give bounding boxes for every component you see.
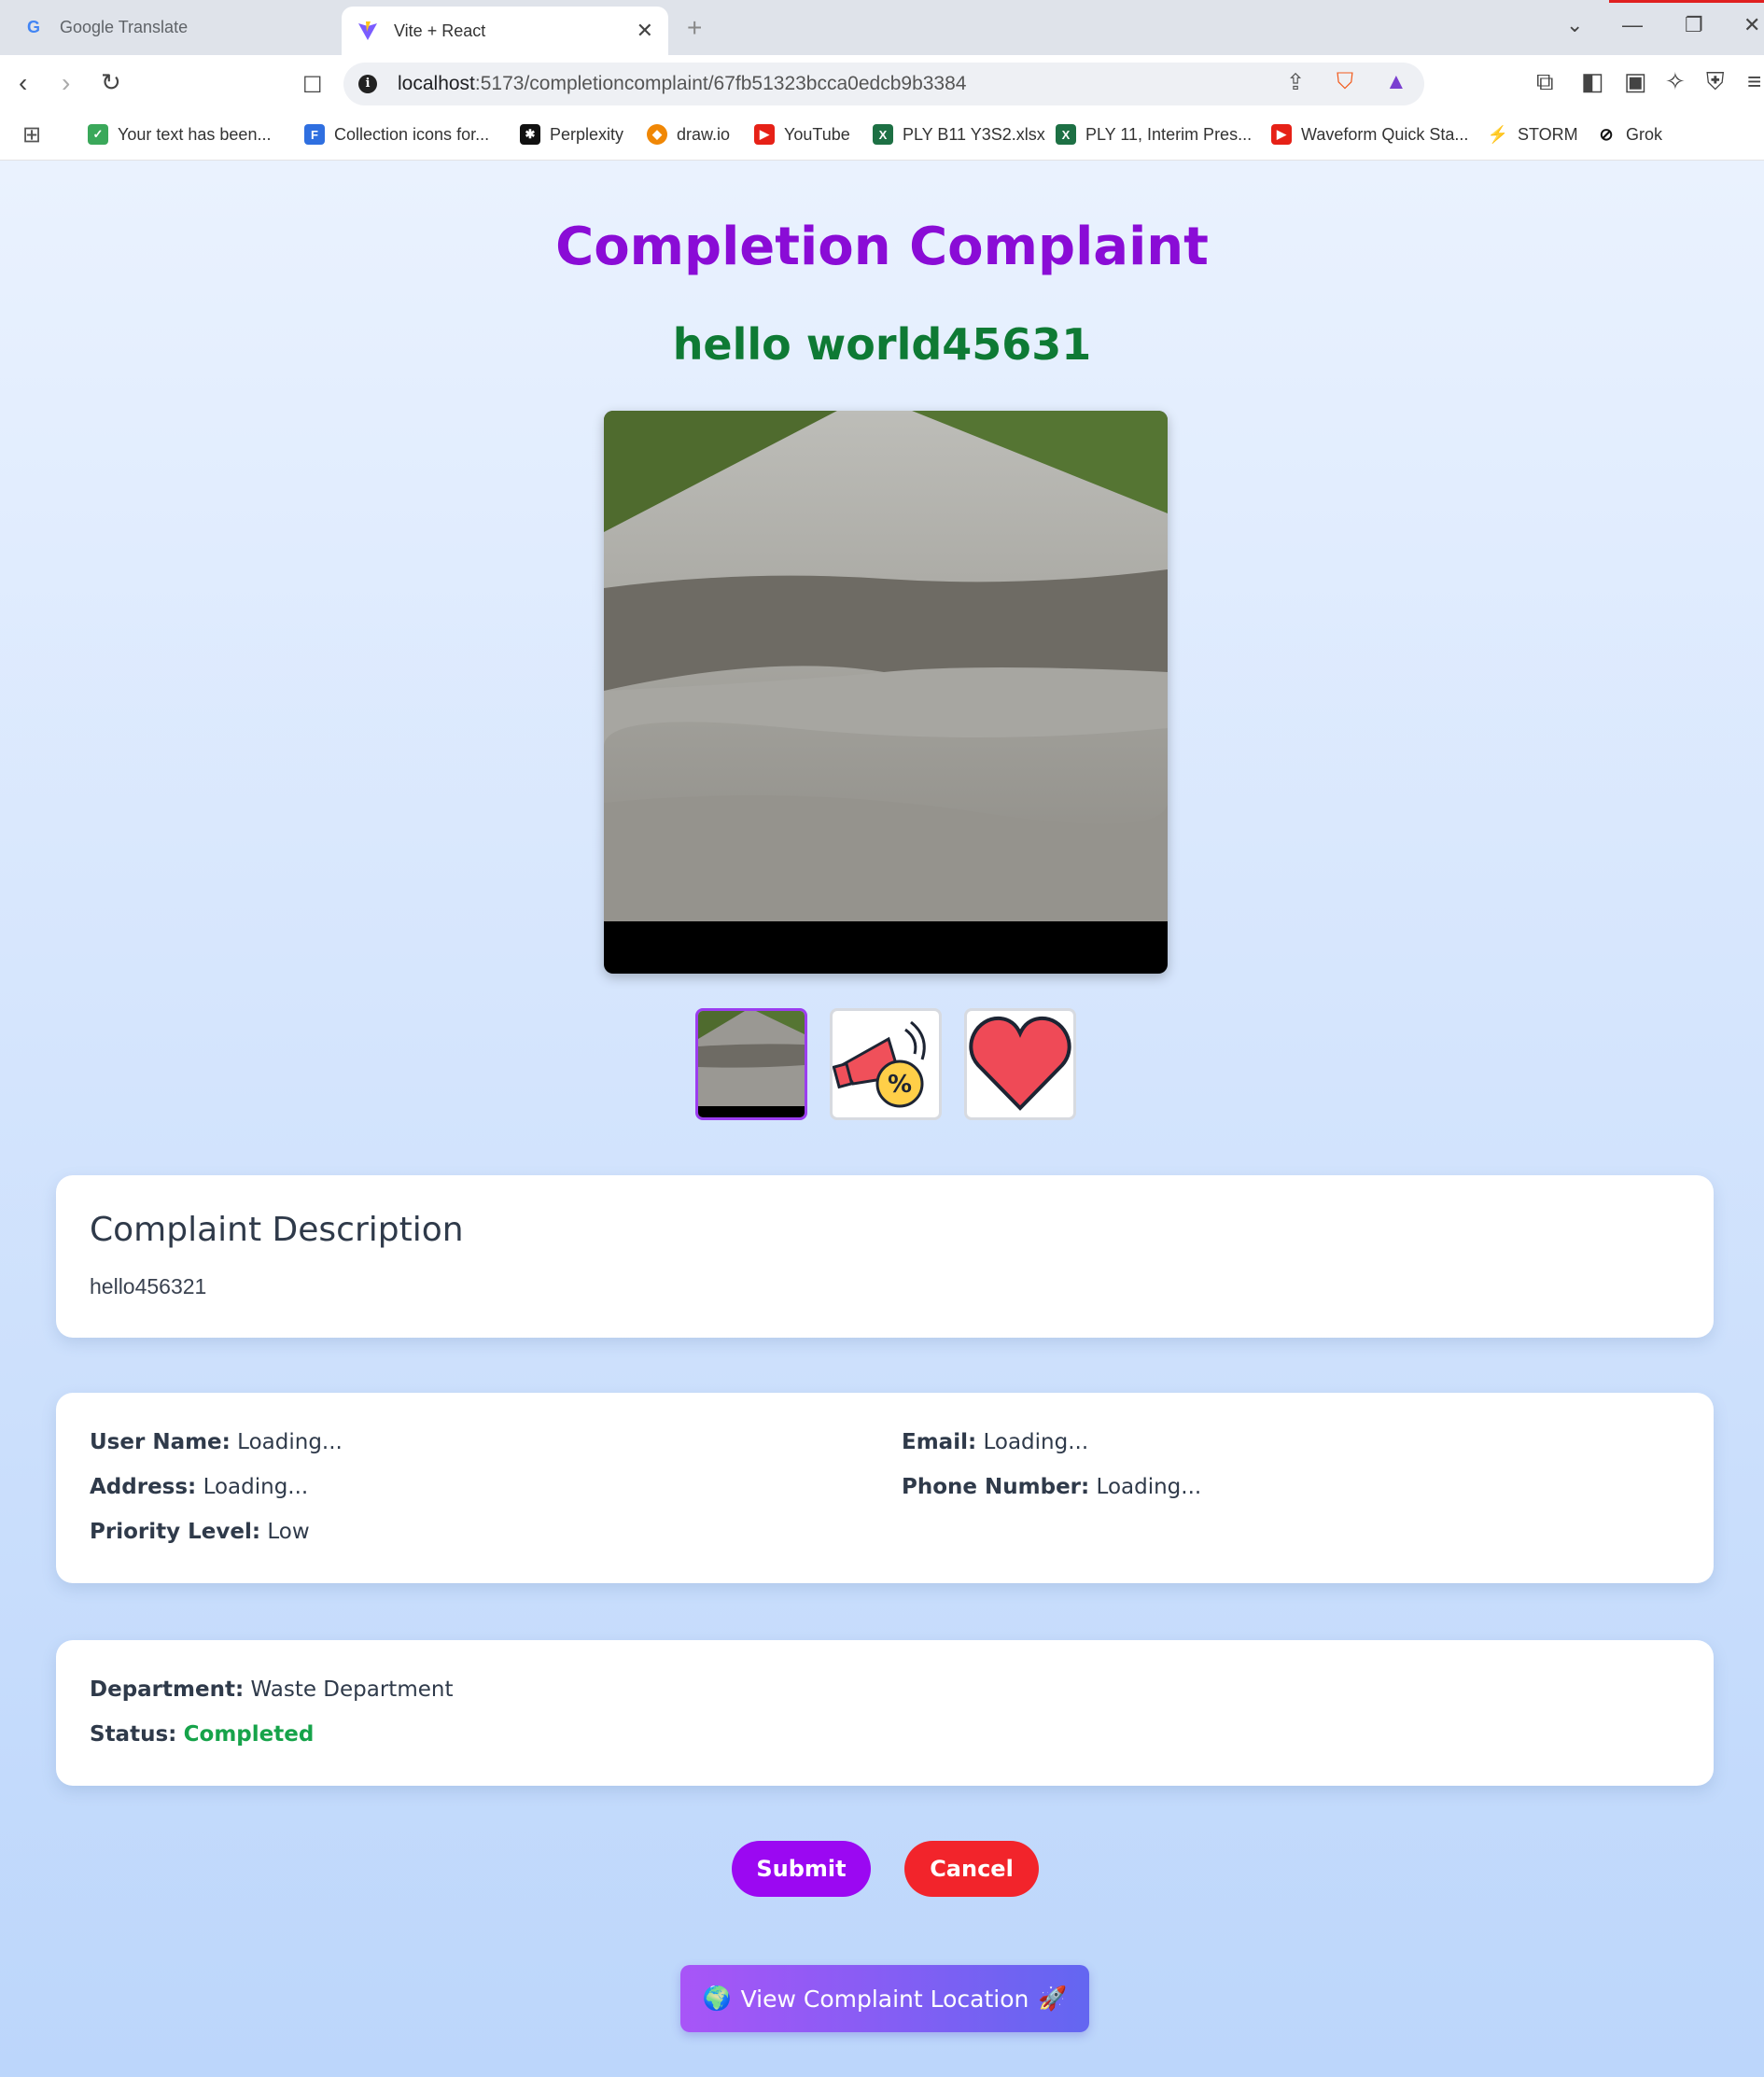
user-details-card: User Name: Loading... Email: Loading... … <box>56 1393 1714 1583</box>
user-name-field: User Name: Loading... <box>90 1430 343 1454</box>
extensions-icon[interactable]: ⧉ <box>1536 67 1554 97</box>
apps-grid-icon[interactable]: ⊞ <box>22 121 41 147</box>
bookmark-item[interactable]: F Collection icons for... <box>304 121 489 147</box>
forward-icon[interactable]: › <box>62 68 70 98</box>
heart-icon <box>969 1016 1071 1111</box>
status-card: Department: Waste Department Status: Com… <box>56 1640 1714 1786</box>
bookmark-item[interactable]: ▶ YouTube <box>754 121 850 147</box>
bookmark-item[interactable]: ✓ Your text has been... <box>88 121 271 147</box>
tab-google-translate[interactable]: G Google Translate <box>0 0 336 55</box>
priority-field: Priority Level: Low <box>90 1520 310 1544</box>
youtube-icon: ▶ <box>1271 124 1292 145</box>
svg-text:%: % <box>888 1071 912 1099</box>
new-tab-icon[interactable]: + <box>687 13 702 43</box>
bolt-icon: ⚡ <box>1487 124 1509 144</box>
view-location-button[interactable]: 🌍 View Complaint Location 🚀 <box>680 1965 1089 2032</box>
bookmark-item[interactable]: ◆ draw.io <box>647 121 730 147</box>
flaticon-icon: F <box>304 124 325 145</box>
restore-icon[interactable]: ❐ <box>1685 13 1703 37</box>
excel-icon: X <box>1056 124 1076 145</box>
window-accent-line <box>1609 0 1764 3</box>
description-text: hello456321 <box>90 1274 207 1298</box>
close-window-icon[interactable]: ✕ <box>1743 13 1760 37</box>
drawio-icon: ◆ <box>647 124 667 145</box>
bookmark-item[interactable]: X PLY 11, Interim Pres... <box>1056 121 1252 147</box>
back-icon[interactable]: ‹ <box>19 68 27 98</box>
bookmark-item[interactable]: ✱ Perplexity <box>520 121 623 147</box>
grok-icon: ⊘ <box>1599 124 1614 144</box>
tab-title: Google Translate <box>60 18 189 36</box>
bookmark-icon[interactable]: ☐ <box>302 72 323 99</box>
google-translate-icon: G <box>26 18 40 36</box>
status-badge: Completed <box>183 1722 315 1747</box>
check-icon: ✓ <box>88 124 108 145</box>
phone-field: Phone Number: Loading... <box>902 1475 1202 1499</box>
close-tab-icon[interactable]: ✕ <box>637 19 653 43</box>
road-photo <box>698 1011 805 1117</box>
complaint-main-image <box>604 411 1168 974</box>
tab-title: Vite + React <box>394 21 486 40</box>
cancel-button[interactable]: Cancel <box>904 1841 1039 1897</box>
brave-rewards-icon[interactable]: ▲ <box>1385 69 1407 95</box>
leo-ai-icon[interactable]: ✧ <box>1665 67 1686 96</box>
vpn-icon[interactable]: ⛨ <box>1706 67 1725 97</box>
excel-icon: X <box>873 124 893 145</box>
rocket-icon: 🚀 <box>1038 1985 1068 2012</box>
email-field: Email: Loading... <box>902 1430 1089 1454</box>
thumbnail-heart[interactable] <box>964 1008 1076 1120</box>
globe-icon: 🌍 <box>702 1985 732 2012</box>
youtube-icon: ▶ <box>754 124 775 145</box>
complaint-title: hello world45631 <box>672 319 1092 370</box>
bookmark-item[interactable]: X PLY B11 Y3S2.xlsx <box>873 121 1045 147</box>
view-location-label: View Complaint Location <box>740 1985 1029 2013</box>
menu-icon[interactable]: ≡ <box>1747 67 1761 96</box>
tab-search-icon[interactable]: ⌄ <box>1566 13 1583 37</box>
browser-tab-strip: G Google Translate Vite + React ✕ + ⌄ — … <box>0 0 1764 55</box>
address-field: Address: Loading... <box>90 1475 309 1499</box>
bookmark-item[interactable]: ⚡ STORM <box>1488 121 1578 147</box>
share-icon[interactable]: ⇪ <box>1286 69 1305 96</box>
image-thumbnails: % <box>695 1008 1076 1120</box>
vite-icon <box>357 20 379 42</box>
tab-vite-react[interactable]: Vite + React ✕ <box>342 7 668 55</box>
brave-shields-icon[interactable]: ⛉ <box>1337 69 1353 95</box>
bookmark-item[interactable]: ▶ Waveform Quick Sta... <box>1271 121 1468 147</box>
url-text[interactable]: localhost:5173/completioncomplaint/67fb5… <box>398 73 966 95</box>
minimize-icon[interactable]: — <box>1622 13 1643 37</box>
bookmark-item[interactable]: ⊘ Grok <box>1596 121 1662 147</box>
status-field: Status: Completed <box>90 1722 315 1747</box>
reload-icon[interactable]: ↻ <box>101 68 121 97</box>
perplexity-icon: ✱ <box>520 124 540 145</box>
site-info-icon[interactable]: i <box>358 75 377 93</box>
description-card: Complaint Description hello456321 <box>56 1175 1714 1338</box>
thumbnail-megaphone[interactable]: % <box>830 1008 942 1120</box>
megaphone-discount-icon: % <box>833 1020 926 1108</box>
department-field: Department: Waste Department <box>90 1677 454 1702</box>
sidebar-icon[interactable]: ◧ <box>1581 67 1604 96</box>
page-title: Completion Complaint <box>555 217 1209 277</box>
description-heading: Complaint Description <box>90 1211 464 1249</box>
page-content: Completion Complaint hello world45631 % … <box>0 161 1764 2077</box>
submit-button[interactable]: Submit <box>732 1841 871 1897</box>
road-photo <box>604 411 1168 921</box>
thumbnail-road[interactable] <box>695 1008 807 1120</box>
wallet-icon[interactable]: ▣ <box>1624 67 1647 96</box>
